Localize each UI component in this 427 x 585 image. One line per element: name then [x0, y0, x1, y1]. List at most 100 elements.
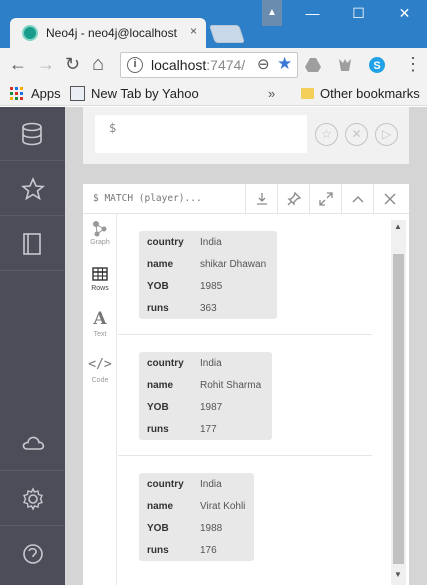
record-field: name shikar Dhawan [147, 259, 266, 270]
drive-extension-icon[interactable] [304, 56, 322, 74]
result-rows: country India name shikar Dhawan YOB 1985 r… [118, 214, 372, 585]
neo4j-sidebar [0, 107, 65, 585]
bookmark-other-bookmarks[interactable]: Other bookmarks [320, 86, 420, 101]
field-key: country [147, 358, 184, 369]
close-icon [384, 193, 396, 205]
cypher-input[interactable] [95, 115, 307, 153]
clear-query-button[interactable]: ✕ [345, 123, 368, 146]
tab-rows[interactable]: Rows [83, 262, 117, 308]
url-host: localhost [151, 57, 207, 73]
address-bar[interactable]: i localhost:7474/ ⊖ ★ [120, 52, 298, 78]
extension-icon[interactable] [336, 56, 354, 74]
sidebar-item-about[interactable] [0, 527, 65, 581]
record-field: runs 177 [147, 424, 217, 435]
table-row: country India name Rohit Sharma YOB 1987 ru… [118, 335, 372, 456]
skype-icon[interactable]: S [368, 56, 386, 74]
browser-tab[interactable]: Neo4j - neo4j@localhost × [10, 18, 206, 48]
tab-graph-label: Graph [90, 239, 110, 246]
sidebar-item-favorites[interactable] [0, 162, 65, 216]
url-text[interactable]: localhost:7474/ [151, 57, 245, 73]
download-icon [257, 193, 267, 205]
record-card[interactable]: country India name shikar Dhawan YOB 1985 r… [139, 231, 277, 319]
bookmark-apps[interactable]: Apps [31, 86, 61, 101]
minimize-button[interactable]: — [290, 0, 335, 26]
scroll-up-icon[interactable]: ▲ [394, 222, 402, 231]
svg-text:S: S [373, 60, 380, 72]
neo4j-favicon-icon [22, 25, 38, 41]
tab-close-icon[interactable]: × [190, 24, 197, 38]
editor-prompt: $ [109, 121, 117, 135]
code-icon: </> [88, 357, 112, 372]
sidebar-item-settings[interactable] [0, 472, 65, 526]
browser-toolbar: ← → ↻ ⌂ i localhost:7474/ ⊖ ★ S ⋮ [0, 48, 427, 82]
run-query-button[interactable]: ▷ [375, 123, 398, 146]
home-icon[interactable]: ⌂ [92, 54, 104, 74]
tab-rows-label: Rows [91, 285, 109, 292]
site-info-icon[interactable]: i [127, 57, 143, 73]
gear-icon [23, 487, 43, 511]
sidebar-item-documents[interactable] [0, 217, 65, 271]
pin-button[interactable] [277, 184, 309, 214]
download-button[interactable] [245, 184, 277, 214]
bookmark-new-tab-by-yahoo[interactable]: New Tab by Yahoo [91, 86, 199, 101]
database-icon [22, 122, 42, 146]
close-frame-button[interactable] [373, 184, 405, 214]
expand-icon [319, 192, 333, 206]
pin-icon [287, 191, 302, 206]
record-field: country India [147, 237, 222, 248]
browser-titlebar: Neo4j - neo4j@localhost × ▲ — ☐ ✕ [0, 0, 427, 48]
bookmarks-overflow-icon[interactable]: » [268, 86, 275, 101]
tab-code[interactable]: </> Code [83, 354, 117, 400]
sidebar-item-database[interactable] [0, 107, 65, 161]
collapse-button[interactable] [341, 184, 373, 214]
chrome-menu-icon[interactable]: ⋮ [404, 54, 422, 74]
bookmark-star-icon[interactable]: ★ [277, 54, 292, 74]
tab-graph[interactable]: Graph [83, 216, 117, 262]
apps-grid-icon[interactable] [10, 87, 24, 101]
reload-icon[interactable]: ↻ [65, 54, 80, 74]
record-card[interactable]: country India name Rohit Sharma YOB 1987 ru… [139, 352, 272, 440]
field-value: 177 [200, 424, 217, 435]
field-value: 363 [200, 303, 217, 314]
cloud-icon [22, 436, 45, 450]
field-key: country [147, 479, 184, 490]
graph-icon [93, 221, 107, 237]
result-frame: $ MATCH (player)... Graph Rows A Text </… [83, 184, 409, 585]
close-window-button[interactable]: ✕ [382, 0, 427, 26]
maximize-button[interactable]: ☐ [336, 0, 381, 26]
tab-text-label: Text [93, 331, 107, 338]
about-icon [23, 544, 43, 564]
field-key: YOB [147, 523, 169, 534]
field-key: name [147, 501, 174, 512]
record-field: runs 363 [147, 303, 217, 314]
field-key: YOB [147, 281, 169, 292]
field-key: runs [147, 545, 169, 556]
field-value: India [200, 237, 222, 248]
scroll-down-icon[interactable]: ▼ [394, 570, 402, 579]
table-icon [92, 267, 108, 281]
record-field: YOB 1985 [147, 281, 222, 292]
forward-icon[interactable]: → [37, 54, 55, 74]
view-switcher: Graph Rows A Code Text </> Code [83, 214, 117, 585]
field-value: 1985 [200, 281, 223, 292]
favorite-query-button[interactable]: ☆ [315, 123, 338, 146]
yahoo-tab-icon[interactable] [70, 86, 85, 101]
profile-icon[interactable]: ▲ [262, 0, 282, 26]
url-path: :7474/ [206, 57, 246, 73]
zoom-icon[interactable]: ⊖ [257, 55, 270, 73]
cypher-editor: $ ☆ ✕ ▷ [83, 107, 409, 164]
frame-query-text[interactable]: $ MATCH (player)... [93, 193, 202, 204]
record-card[interactable]: country India name Virat Kohli YOB 1988 run… [139, 473, 254, 561]
back-icon[interactable]: ← [9, 54, 27, 74]
chevron-up-icon [352, 196, 364, 203]
scroll-thumb[interactable] [393, 254, 404, 564]
tab-text[interactable]: A Code Text [83, 308, 117, 354]
sidebar-item-cloud[interactable] [0, 417, 65, 471]
frame-header: $ MATCH (player)... [83, 184, 409, 214]
new-tab-button[interactable] [209, 25, 245, 43]
field-key: name [147, 259, 174, 270]
rows-scrollbar[interactable]: ▲ ▼ [391, 220, 406, 585]
fullscreen-button[interactable] [309, 184, 341, 214]
field-value: India [200, 358, 222, 369]
field-key: name [147, 380, 174, 391]
